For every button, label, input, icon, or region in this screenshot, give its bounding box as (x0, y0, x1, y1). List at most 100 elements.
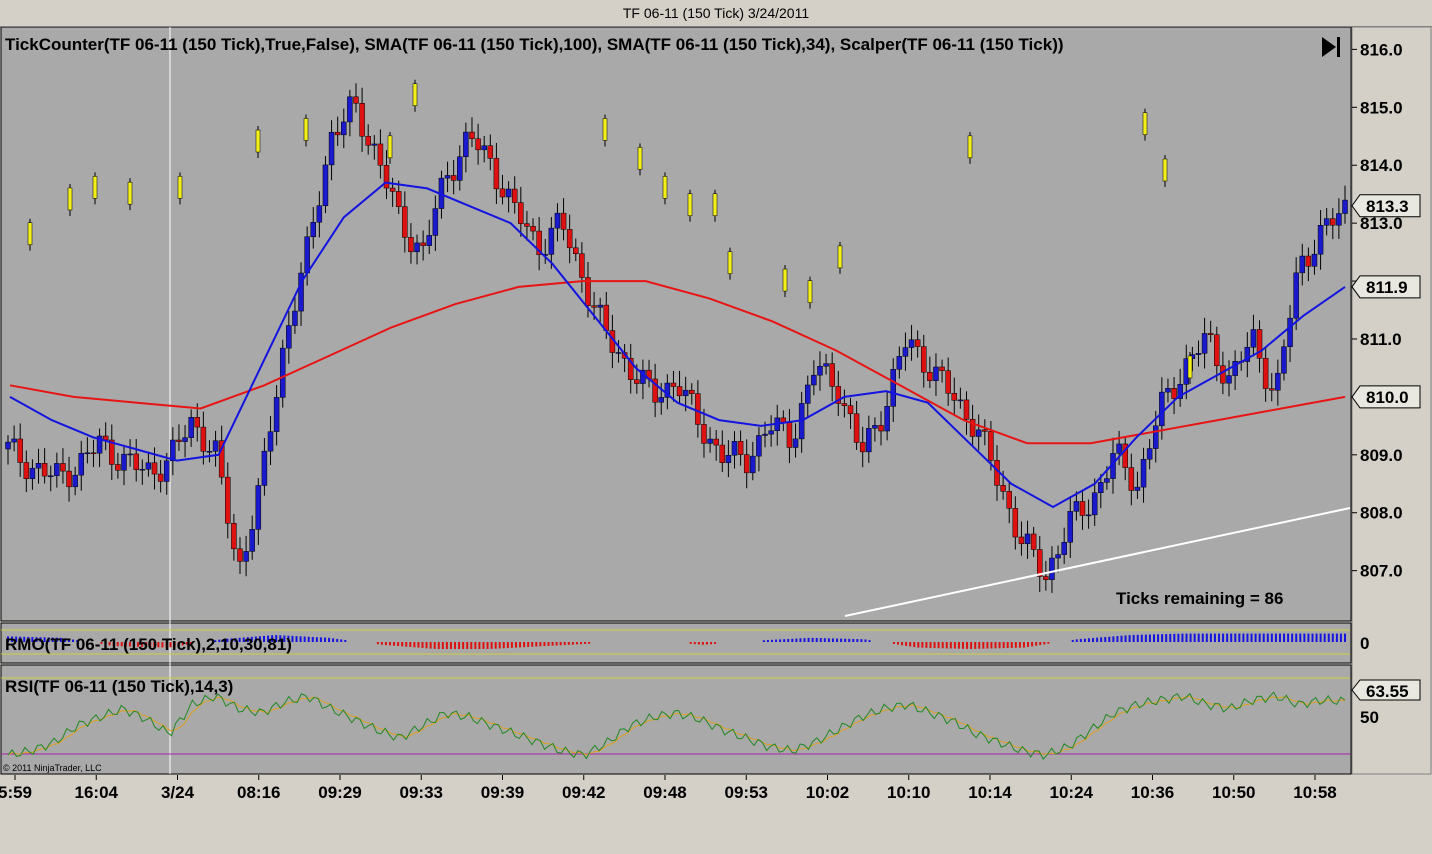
candle-body (615, 352, 622, 354)
candle-body (670, 382, 677, 387)
candle-body (133, 453, 139, 470)
ticks-remaining-label: Ticks remaining = 86 (1116, 589, 1283, 608)
candle-body (1299, 255, 1306, 274)
scalper-mark (127, 181, 133, 205)
candle-body (695, 393, 701, 425)
candle-body (1134, 486, 1141, 491)
scalper-mark (602, 118, 608, 141)
candle-body (359, 103, 365, 137)
candle-body (389, 187, 396, 192)
candle-body (1146, 448, 1153, 460)
candle-body (243, 551, 249, 562)
price-tick-label: 807.0 (1360, 562, 1403, 581)
scalper-mark (712, 193, 718, 217)
rmo-zero-label: 0 (1360, 634, 1369, 653)
candle-body (1085, 514, 1092, 517)
candle-body (365, 135, 371, 146)
candle-body (902, 347, 909, 357)
candle-body (982, 429, 988, 432)
candle-body (1287, 317, 1293, 347)
candle-body (267, 431, 274, 452)
candle-body (817, 365, 823, 376)
time-tick-label: 10:58 (1293, 783, 1336, 802)
candle-body (188, 417, 194, 438)
time-tick-label: 09:48 (643, 783, 686, 802)
candle-body (597, 304, 603, 308)
price-marker-label: 810.0 (1366, 388, 1409, 407)
candle-body (518, 202, 524, 224)
candle-body (548, 227, 555, 255)
candle-body (450, 175, 457, 181)
time-tick-label: 09:53 (725, 783, 768, 802)
candle-body (1323, 218, 1330, 226)
price-tick-label: 815.0 (1360, 98, 1403, 117)
window-title: TF 06-11 (150 Tick) 3/24/2011 (622, 5, 810, 21)
candle-body (316, 205, 323, 223)
candle-body (1061, 542, 1067, 555)
candle-body (17, 438, 23, 463)
candle-body (139, 468, 146, 471)
candle-body (334, 131, 341, 136)
candle-body (475, 138, 481, 151)
candle-body (328, 131, 335, 166)
candle-body (432, 208, 439, 236)
candle-body (859, 442, 866, 453)
time-tick-label: 09:42 (562, 783, 605, 802)
scalper-mark (727, 251, 733, 274)
candle-body (255, 485, 262, 530)
candle-body (1055, 554, 1061, 559)
candle-body (682, 389, 689, 397)
candle-body (194, 417, 201, 428)
candle-body (1330, 218, 1336, 226)
candle-body (487, 145, 494, 159)
scalper-mark (255, 129, 261, 153)
candle-body (560, 212, 567, 230)
candle-body (11, 438, 17, 443)
candle-body (377, 143, 384, 166)
candle-body (1293, 272, 1299, 319)
candle-body (176, 439, 182, 442)
candle-body (5, 441, 11, 450)
candle-body (231, 523, 237, 550)
candle-body (1049, 557, 1055, 580)
candle-body (402, 206, 408, 238)
candle-body (878, 425, 884, 432)
candle-body (1250, 329, 1257, 348)
candle-body (1262, 357, 1269, 389)
candle-body (634, 379, 640, 384)
candle-body (493, 158, 500, 190)
chart-area[interactable]: TickCounter(TF 06-11 (150 Tick),True,Fal… (0, 27, 1432, 854)
time-tick-label: 10:24 (1050, 783, 1094, 802)
rmo-panel-header: RMO(TF 06-11 (150 Tick),2,10,30,81) (5, 635, 292, 654)
candle-body (1195, 353, 1202, 355)
rsi-panel-header: RSI(TF 06-11 (150 Tick),14,3) (5, 677, 233, 696)
candle-body (1012, 508, 1019, 538)
candle-body (511, 188, 518, 203)
scalper-mark (1142, 112, 1148, 135)
candle-body (823, 363, 829, 367)
candle-body (1311, 253, 1318, 267)
candle-body (957, 399, 964, 402)
candle-body (1201, 333, 1208, 354)
candle-body (658, 397, 664, 403)
candle-body (225, 476, 231, 524)
candle-body (524, 223, 530, 227)
candle-body (1159, 391, 1165, 427)
candle-body (322, 164, 329, 206)
candle-body (792, 438, 799, 448)
price-panel[interactable] (0, 27, 1352, 622)
candle-body (273, 397, 280, 432)
price-tick-label: 809.0 (1360, 446, 1403, 465)
candle-body (866, 428, 872, 453)
time-tick-label: 10:50 (1212, 783, 1255, 802)
candle-body (914, 339, 921, 347)
candle-body (939, 366, 945, 371)
candle-body (41, 463, 48, 477)
scalper-mark (637, 147, 643, 170)
scalper-mark (387, 135, 393, 159)
candle-body (200, 426, 207, 452)
scalper-mark (782, 268, 788, 292)
scalper-mark (807, 280, 813, 303)
candle-body (963, 399, 970, 420)
candle-body (737, 441, 744, 455)
